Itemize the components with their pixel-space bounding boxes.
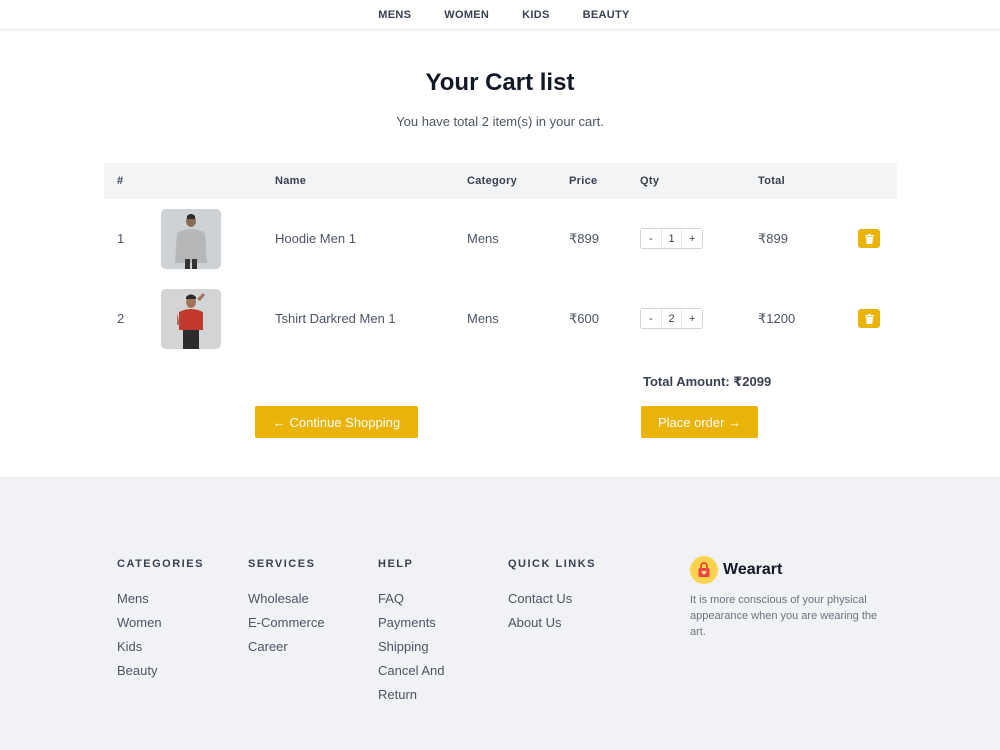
quantity-stepper: - 2 + — [640, 308, 703, 329]
footer-column-quick-links: QUICK LINKS Contact Us About Us — [508, 558, 596, 635]
footer-brand: Wearart It is more conscious of your phy… — [690, 556, 890, 640]
column-header-price: Price — [569, 175, 598, 187]
table-header: # Name Category Price Qty Total — [104, 163, 897, 199]
footer-heading: CATEGORIES — [117, 558, 204, 570]
nav-link-mens[interactable]: MENS — [378, 9, 411, 21]
column-header-qty: Qty — [640, 175, 660, 187]
nav-link-beauty[interactable]: BEAUTY — [583, 9, 630, 21]
product-image-hoodie[interactable] — [161, 209, 221, 269]
tshirt-photo-icon — [161, 289, 221, 349]
qty-value: 1 — [660, 229, 683, 248]
remove-item-button[interactable] — [858, 309, 880, 328]
nav-list: MENS WOMEN KIDS BEAUTY — [0, 0, 1000, 30]
footer: CATEGORIES Mens Women Kids Beauty SERVIC… — [0, 477, 1000, 750]
footer-link-payments[interactable]: Payments — [378, 611, 445, 635]
qty-increase-button[interactable]: + — [682, 229, 703, 248]
trash-icon — [864, 233, 874, 244]
page-title: Your Cart list — [425, 69, 575, 96]
footer-link-ecommerce[interactable]: E-Commerce — [248, 611, 325, 635]
qty-value: 2 — [660, 309, 683, 328]
footer-link-return[interactable]: Return — [378, 683, 445, 707]
continue-shopping-button[interactable]: ← Continue Shopping — [255, 406, 418, 438]
total-amount: Total Amount: ₹2099 — [643, 374, 772, 389]
footer-link-contact-us[interactable]: Contact Us — [508, 587, 596, 611]
product-price: ₹600 — [569, 311, 599, 326]
footer-link-kids[interactable]: Kids — [117, 635, 204, 659]
column-header-name: Name — [275, 175, 307, 187]
row-total: ₹1200 — [758, 311, 796, 326]
brand-logo-row[interactable]: Wearart — [690, 556, 890, 584]
brand-name: Wearart — [723, 561, 783, 578]
table-row: 1 Hoodie Men 1 Mens ₹899 - 1 + ₹899 — [104, 199, 897, 279]
product-price: ₹899 — [569, 231, 599, 246]
column-header-category: Category — [467, 175, 518, 187]
footer-link-beauty[interactable]: Beauty — [117, 659, 204, 683]
cart-table: # Name Category Price Qty Total 1 Hoodie… — [104, 163, 897, 359]
nav-link-women[interactable]: WOMEN — [444, 9, 489, 21]
trash-icon — [864, 313, 874, 324]
footer-link-shipping[interactable]: Shipping — [378, 635, 445, 659]
footer-link-women[interactable]: Women — [117, 611, 204, 635]
cart-summary-text: You have total 2 item(s) in your cart. — [396, 114, 604, 129]
footer-link-career[interactable]: Career — [248, 635, 325, 659]
place-order-button[interactable]: Place order → — [641, 406, 758, 438]
hoodie-photo-icon — [161, 209, 221, 269]
product-name[interactable]: Tshirt Darkred Men 1 — [275, 311, 396, 326]
top-navigation: MENS WOMEN KIDS BEAUTY — [0, 0, 1000, 30]
footer-column-help: HELP FAQ Payments Shipping Cancel And Re… — [378, 558, 445, 707]
product-category: Mens — [467, 231, 499, 246]
footer-column-services: SERVICES Wholesale E-Commerce Career — [248, 558, 325, 659]
footer-link-about-us[interactable]: About Us — [508, 611, 596, 635]
qty-decrease-button[interactable]: - — [641, 229, 661, 248]
footer-link-wholesale[interactable]: Wholesale — [248, 587, 325, 611]
qty-decrease-button[interactable]: - — [641, 309, 661, 328]
product-name[interactable]: Hoodie Men 1 — [275, 231, 356, 246]
footer-heading: SERVICES — [248, 558, 316, 570]
row-index: 1 — [117, 231, 125, 246]
quantity-stepper: - 1 + — [640, 228, 703, 249]
footer-link-faq[interactable]: FAQ — [378, 587, 445, 611]
table-row: 2 Tshirt Darkred Men 1 Mens ₹600 - 2 + ₹… — [104, 279, 897, 359]
nav-link-kids[interactable]: KIDS — [522, 9, 549, 21]
footer-link-cancel-and[interactable]: Cancel And — [378, 659, 445, 683]
footer-heading: HELP — [378, 558, 414, 570]
footer-column-categories: CATEGORIES Mens Women Kids Beauty — [117, 558, 204, 683]
column-header-index: # — [117, 175, 124, 187]
column-header-total: Total — [758, 175, 785, 187]
row-index: 2 — [117, 311, 125, 326]
shopping-bag-icon — [690, 556, 718, 584]
product-image-tshirt[interactable] — [161, 289, 221, 349]
remove-item-button[interactable] — [858, 229, 880, 248]
row-total: ₹899 — [758, 231, 788, 246]
footer-heading: QUICK LINKS — [508, 558, 596, 570]
qty-increase-button[interactable]: + — [682, 309, 703, 328]
product-category: Mens — [467, 311, 499, 326]
footer-link-mens[interactable]: Mens — [117, 587, 204, 611]
brand-description: It is more conscious of your physical ap… — [690, 594, 878, 638]
